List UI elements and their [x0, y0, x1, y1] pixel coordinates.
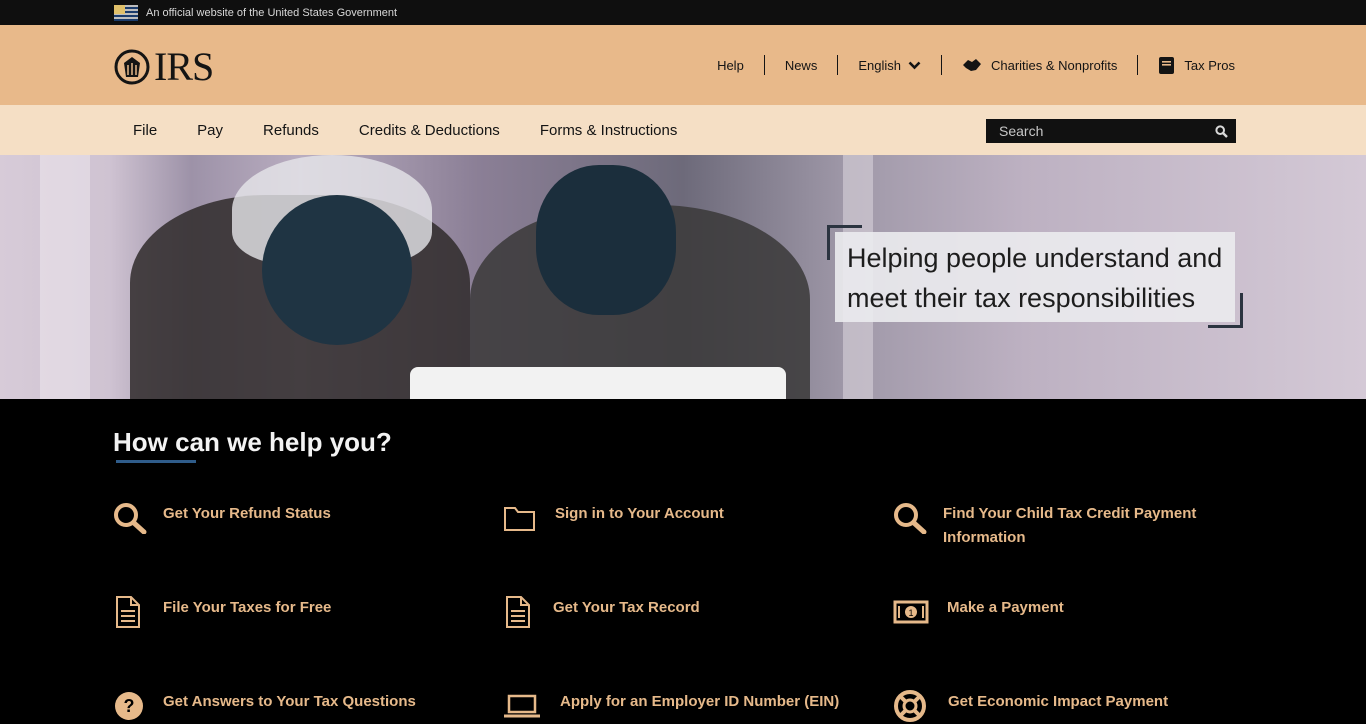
- nav-credits-deductions[interactable]: Credits & Deductions: [339, 122, 520, 139]
- tile-label: Get Your Refund Status: [163, 505, 331, 522]
- charities-link[interactable]: Charities & Nonprofits: [940, 55, 1137, 75]
- tile-label: File Your Taxes for Free: [163, 599, 332, 616]
- help-title: How can we help you?: [113, 427, 392, 457]
- document-icon: [113, 596, 149, 628]
- handshake-icon: [962, 56, 982, 74]
- site-header: IRS Help News English Charities & Nonpro…: [0, 25, 1366, 105]
- chevron-down-icon: [908, 61, 921, 70]
- search-box: [986, 119, 1236, 143]
- hero-laptop: [410, 367, 786, 399]
- hero-banner: Helping people understand and meet their…: [0, 155, 1366, 399]
- help-link-label: Help: [717, 57, 744, 73]
- book-icon: [1158, 56, 1175, 75]
- tile-label: Sign in to Your Account: [555, 505, 724, 522]
- search-icon[interactable]: [1207, 120, 1235, 142]
- nav-file[interactable]: File: [113, 122, 177, 139]
- gov-banner-text: An official website of the United States…: [146, 6, 398, 19]
- search-icon: [893, 502, 929, 534]
- tile-economic-impact[interactable]: Get Economic Impact Payment: [893, 690, 1168, 722]
- hero-callout: Helping people understand and meet their…: [835, 232, 1235, 322]
- laptop-icon: [503, 690, 546, 722]
- tile-tax-questions[interactable]: ? Get Answers to Your Tax Questions: [113, 690, 416, 722]
- tax-pros-link-label: Tax Pros: [1184, 57, 1235, 73]
- tile-label: Get Your Tax Record: [553, 599, 700, 616]
- tile-label: Get Economic Impact Payment: [948, 693, 1169, 710]
- svg-text:1: 1: [908, 608, 913, 618]
- question-icon: ?: [113, 690, 149, 722]
- tile-label: Find Your Child Tax Credit Payment Infor…: [943, 505, 1197, 546]
- eagle-emblem-icon: [114, 49, 150, 85]
- tile-child-tax-credit[interactable]: Find Your Child Tax Credit Payment Infor…: [893, 502, 1233, 550]
- title-underline: [116, 460, 196, 463]
- tile-file-free[interactable]: File Your Taxes for Free: [113, 596, 331, 628]
- language-label: English: [858, 57, 901, 73]
- irs-logo[interactable]: IRS: [114, 44, 214, 89]
- gov-banner: An official website of the United States…: [0, 0, 1366, 25]
- tile-label: Apply for an Employer ID Number (EIN): [560, 693, 840, 710]
- hero-background-pillar: [40, 155, 90, 399]
- search-icon: [113, 502, 149, 534]
- us-flag-icon: [114, 4, 138, 21]
- tile-refund-status[interactable]: Get Your Refund Status: [113, 502, 331, 534]
- news-link-label: News: [784, 57, 818, 73]
- news-link[interactable]: News: [763, 55, 838, 75]
- help-section: How can we help you? Get Your Refund Sta…: [0, 399, 1366, 724]
- language-selector[interactable]: English: [837, 55, 941, 75]
- tile-label: Make a Payment: [947, 599, 1064, 616]
- hero-person-face: [262, 195, 412, 345]
- money-icon: 1: [893, 596, 933, 628]
- logo-text: IRS: [154, 44, 214, 89]
- nav-pay[interactable]: Pay: [177, 122, 243, 139]
- help-link[interactable]: Help: [697, 55, 764, 75]
- tile-label: Get Answers to Your Tax Questions: [163, 693, 416, 710]
- charities-link-label: Charities & Nonprofits: [990, 57, 1118, 73]
- svg-text:?: ?: [124, 696, 135, 716]
- header-nav: Help News English Charities & Nonprofits…: [697, 25, 1235, 105]
- tile-sign-in[interactable]: Sign in to Your Account: [503, 502, 724, 534]
- tile-make-payment[interactable]: 1 Make a Payment: [893, 596, 1064, 628]
- document-icon: [503, 596, 539, 628]
- nav-refunds[interactable]: Refunds: [243, 122, 339, 139]
- folder-icon: [503, 502, 541, 534]
- lifebuoy-icon: [893, 690, 934, 722]
- tile-tax-record[interactable]: Get Your Tax Record: [503, 596, 700, 628]
- tile-apply-ein[interactable]: Apply for an Employer ID Number (EIN): [503, 690, 839, 722]
- hero-person-face: [536, 165, 676, 315]
- tax-pros-link[interactable]: Tax Pros: [1137, 55, 1235, 75]
- search-input[interactable]: [987, 123, 1207, 139]
- callout-bracket-bottom: [1208, 293, 1243, 328]
- nav-forms-instructions[interactable]: Forms & Instructions: [520, 122, 698, 139]
